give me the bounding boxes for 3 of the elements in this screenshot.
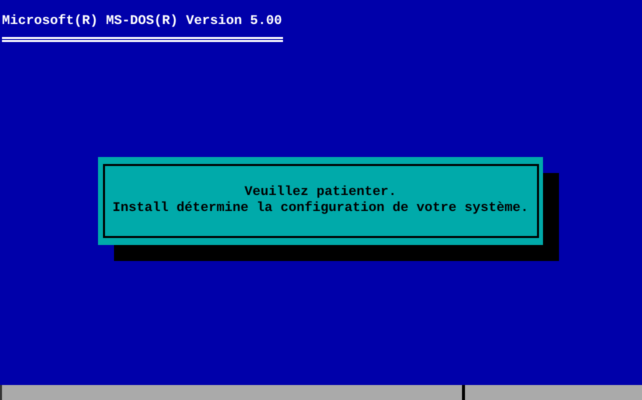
header-title: Microsoft(R) MS-DOS(R) Version 5.00 <box>2 14 282 30</box>
dialog-message: Install détermine la configuration de votre système. <box>112 201 528 217</box>
dialog-message: Veuillez patienter. <box>244 185 396 201</box>
